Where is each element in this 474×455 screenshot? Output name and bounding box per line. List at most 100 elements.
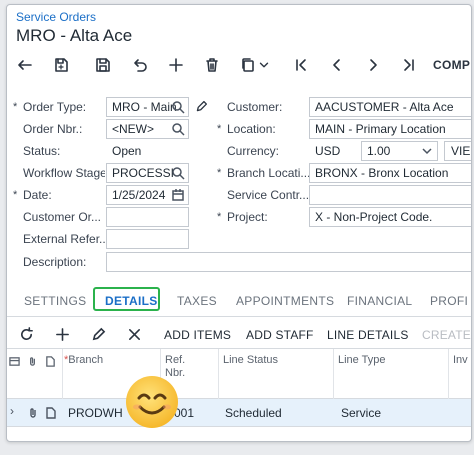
date-value: 1/25/2024 [112, 188, 166, 202]
note-icon [45, 356, 56, 371]
calendar-icon[interactable] [171, 188, 185, 202]
details-grid-toolbar: ADD ITEMS ADD STAFF LINE DETAILS CREATE [7, 319, 471, 349]
next-record-button[interactable] [361, 53, 385, 77]
external-ref-label: External Refer... [23, 232, 105, 246]
currency-rate-value: 1.00 [367, 144, 391, 158]
order-nbr-value: <NEW> [112, 122, 155, 136]
first-icon [296, 59, 306, 71]
service-contract-label: Service Contr... [227, 188, 309, 202]
tab-profitability[interactable]: PROFI [430, 294, 468, 308]
cell-branch[interactable]: PRODWH [68, 406, 123, 420]
column-divider [218, 349, 219, 399]
delete-button[interactable] [200, 53, 224, 77]
column-line-type-header[interactable]: Line Type [338, 354, 386, 367]
tab-details[interactable]: DETAILS [105, 294, 158, 308]
column-line-status-header[interactable]: Line Status [223, 354, 278, 367]
add-items-button[interactable]: ADD ITEMS [164, 328, 231, 342]
column-inventory-header[interactable]: Inv [453, 354, 468, 367]
smiling-face-emoji-icon [126, 376, 178, 428]
chevron-down-icon [259, 62, 269, 68]
refresh-icon [20, 326, 33, 340]
cell-line-status[interactable]: Scheduled [225, 406, 282, 420]
edit-row-button[interactable] [88, 324, 108, 344]
add-row-button[interactable] [52, 324, 72, 344]
view-currency-button[interactable]: VIE [444, 141, 471, 161]
paperclip-icon[interactable] [27, 407, 39, 422]
order-type-label: Order Type: [23, 100, 87, 114]
customer-field[interactable]: AACUSTOMER - Alta Ace [309, 97, 471, 117]
next-icon [370, 59, 377, 71]
add-button[interactable] [164, 53, 188, 77]
customer-order-label: Customer Or... [23, 210, 102, 224]
branch-location-field[interactable]: BRONX - Bronx Location [309, 163, 471, 183]
note-icon[interactable] [45, 407, 57, 422]
workflow-stage-label: Workflow Stage: [23, 166, 105, 180]
breadcrumb[interactable]: Service Orders [16, 10, 96, 24]
tab-bar: SETTINGS DETAILS TAXES APPOINTMENTS FINA… [7, 285, 471, 317]
order-type-field[interactable]: MRO - Main [106, 97, 189, 117]
customer-label: Customer: [227, 100, 283, 114]
location-field[interactable]: MAIN - Primary Location [309, 119, 471, 139]
search-icon[interactable] [171, 166, 185, 180]
last-record-button[interactable] [397, 53, 421, 77]
order-nbr-label: Order Nbr.: [23, 122, 83, 136]
chevron-down-icon[interactable] [420, 144, 434, 158]
order-nbr-field[interactable]: <NEW> [106, 119, 189, 139]
external-ref-field[interactable] [106, 229, 189, 249]
customer-order-field[interactable] [106, 207, 189, 227]
search-icon[interactable] [171, 100, 185, 114]
refresh-button[interactable] [16, 324, 36, 344]
pencil-icon [196, 100, 207, 111]
back-icon [18, 60, 32, 70]
save-button[interactable] [91, 53, 115, 77]
edit-order-type-button[interactable] [193, 97, 209, 115]
required-marker: * [13, 101, 18, 113]
toolbar-overflow-action[interactable]: COMP [433, 58, 470, 72]
tab-appointments[interactable]: APPOINTMENTS [236, 294, 334, 308]
tab-settings[interactable]: SETTINGS [24, 294, 86, 308]
status-value: Open [112, 144, 142, 158]
create-button[interactable]: CREATE [422, 328, 471, 342]
line-details-button[interactable]: LINE DETAILS [327, 328, 409, 342]
summary-form: * Order Type: MRO - Main Order Nbr.: <NE… [7, 91, 471, 272]
column-branch-label: Branch [68, 354, 104, 366]
column-divider [448, 349, 449, 399]
currency-rate-field[interactable]: 1.00 [361, 141, 438, 161]
service-contract-field[interactable] [309, 185, 471, 205]
description-label: Description: [23, 255, 87, 269]
paperclip-icon [27, 356, 38, 371]
branch-location-label: Branch Locati... [227, 166, 309, 180]
column-branch-header[interactable]: *Branch [64, 354, 103, 367]
save-close-icon [55, 58, 68, 72]
row-selector-header-icon[interactable] [9, 356, 20, 371]
main-toolbar: COMP [7, 51, 471, 79]
close-icon [128, 328, 140, 340]
search-icon[interactable] [171, 122, 185, 136]
copy-dropdown[interactable] [257, 53, 271, 77]
back-button[interactable] [13, 53, 37, 77]
required-marker: * [217, 123, 222, 135]
add-staff-button[interactable]: ADD STAFF [246, 328, 314, 342]
column-ref-label: Ref. [165, 354, 186, 366]
copy-icon [242, 58, 254, 72]
date-field[interactable]: 1/25/2024 [106, 185, 189, 205]
prev-record-button[interactable] [325, 53, 349, 77]
cell-line-type[interactable]: Service [341, 406, 381, 420]
tab-financial[interactable]: FINANCIAL [347, 294, 412, 308]
add-icon [55, 327, 69, 341]
date-label: Date: [23, 188, 52, 202]
undo-button[interactable] [128, 53, 152, 77]
row-expand-icon[interactable]: › [10, 404, 14, 418]
description-field[interactable] [106, 252, 471, 272]
save-close-button[interactable] [49, 53, 73, 77]
page-title: MRO - Alta Ace [16, 26, 133, 45]
tab-taxes[interactable]: TAXES [177, 294, 217, 308]
delete-row-button[interactable] [124, 324, 144, 344]
last-icon [404, 59, 414, 71]
first-record-button[interactable] [289, 53, 313, 77]
workflow-stage-field[interactable]: PROCESSI [106, 163, 189, 183]
table-row[interactable]: › PRODWH 001 Scheduled Service [7, 399, 471, 427]
project-field[interactable]: X - Non-Project Code. [309, 207, 471, 227]
currency-code: USD [315, 144, 341, 158]
column-divider [62, 349, 63, 399]
